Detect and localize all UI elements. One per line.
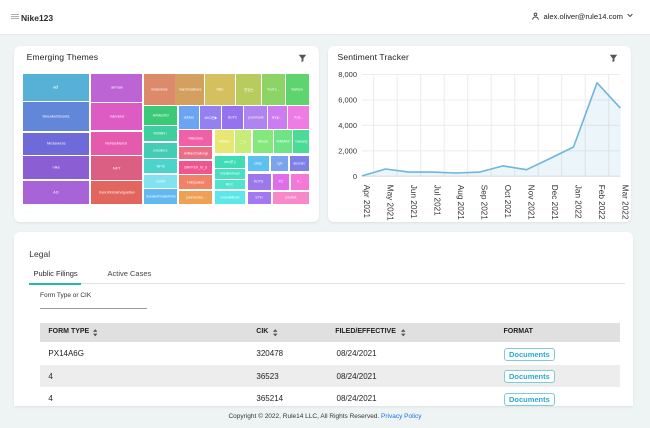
svg-text:Feb 2022: Feb 2022 xyxy=(596,185,605,220)
svg-text:Sep 2021: Sep 2021 xyxy=(479,185,488,221)
svg-text:Jul 2021: Jul 2021 xyxy=(432,185,441,216)
svg-text:May 2021: May 2021 xyxy=(385,185,394,221)
svg-text:Oct 2021: Oct 2021 xyxy=(502,185,511,219)
svg-text:8,000: 8,000 xyxy=(338,70,357,79)
svg-text:Apr 2021: Apr 2021 xyxy=(361,185,370,219)
svg-text:Dec 2021: Dec 2021 xyxy=(549,185,558,220)
svg-text:Jan 2022: Jan 2022 xyxy=(573,185,582,219)
svg-text:2,000: 2,000 xyxy=(338,146,357,155)
svg-text:6,000: 6,000 xyxy=(338,96,357,105)
svg-text:0: 0 xyxy=(352,172,356,181)
svg-text:Jun 2021: Jun 2021 xyxy=(408,185,417,219)
svg-text:Mar 2022: Mar 2022 xyxy=(620,185,629,220)
svg-text:4,000: 4,000 xyxy=(338,121,357,130)
svg-text:Aug 2021: Aug 2021 xyxy=(455,185,464,221)
svg-text:Nov 2021: Nov 2021 xyxy=(526,185,535,220)
